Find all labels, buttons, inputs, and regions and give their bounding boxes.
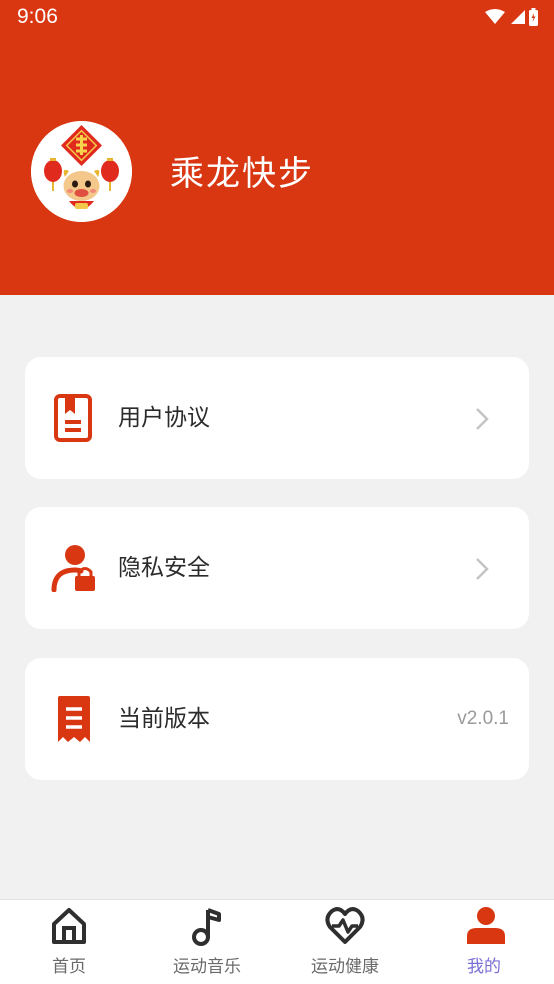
signal-icon xyxy=(511,10,525,24)
profile-header: 9:06 乘龙快步 xyxy=(0,0,554,295)
tab-music[interactable]: 运动音乐 xyxy=(138,900,276,984)
tab-label: 我的 xyxy=(467,957,501,977)
avatar[interactable] xyxy=(31,121,132,222)
wifi-icon xyxy=(485,9,505,24)
menu-item-label: 隐私安全 xyxy=(118,555,210,581)
music-note-icon xyxy=(192,908,221,946)
tab-home[interactable]: 首页 xyxy=(0,900,138,984)
chevron-right-icon xyxy=(476,408,489,430)
status-bar: 9:06 xyxy=(0,0,554,34)
version-value: v2.0.1 xyxy=(457,708,509,729)
tab-health[interactable]: 运动健康 xyxy=(276,900,414,984)
menu-item-label: 当前版本 xyxy=(118,706,210,732)
home-icon xyxy=(52,908,86,944)
chevron-right-icon xyxy=(476,558,489,580)
menu-item-user-agreement[interactable]: 用户协议 xyxy=(25,357,529,479)
status-icons xyxy=(485,7,538,27)
person-icon xyxy=(467,907,505,944)
tab-label: 运动健康 xyxy=(311,957,379,977)
profile-name: 乘龙快步 xyxy=(170,154,314,194)
heart-pulse-icon xyxy=(325,907,365,944)
dragon-fortune-avatar xyxy=(31,121,132,222)
tab-label: 运动音乐 xyxy=(173,957,241,977)
menu-item-current-version[interactable]: 当前版本 v2.0.1 xyxy=(25,658,529,780)
document-icon xyxy=(54,394,92,442)
menu-item-privacy-security[interactable]: 隐私安全 xyxy=(25,507,529,629)
user-lock-icon xyxy=(51,545,95,592)
status-time: 9:06 xyxy=(17,5,58,28)
battery-icon xyxy=(529,8,538,26)
bottom-tab-bar: 首页 运动音乐 运动健康 我的 xyxy=(0,899,554,984)
menu-item-label: 用户协议 xyxy=(118,405,210,431)
receipt-icon xyxy=(58,696,90,742)
tab-mine[interactable]: 我的 xyxy=(415,900,553,984)
tab-label: 首页 xyxy=(52,957,86,977)
